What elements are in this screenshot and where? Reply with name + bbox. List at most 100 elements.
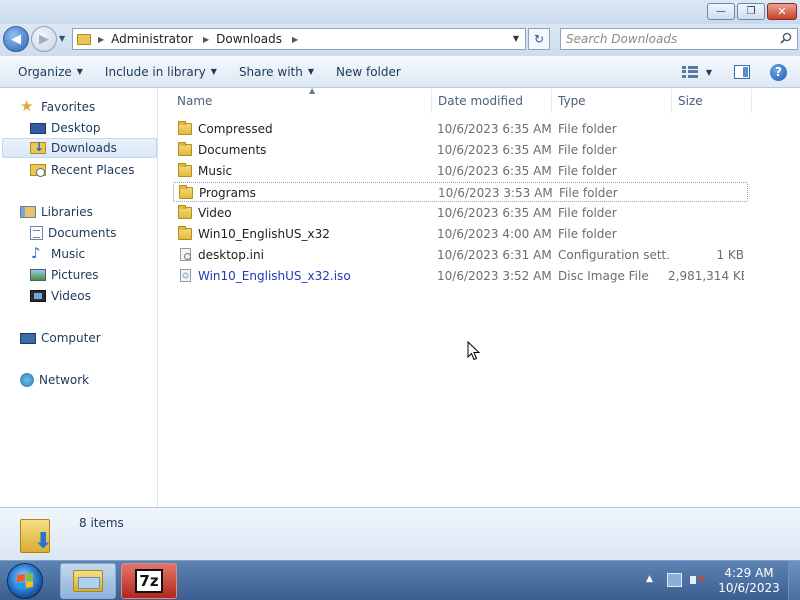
pictures-icon: [30, 269, 46, 281]
column-label: Type: [558, 94, 586, 108]
file-row[interactable]: Compressed 10/6/2023 6:35 AM File folder: [173, 119, 748, 139]
share-with-label: Share with: [238, 64, 303, 79]
search-box[interactable]: [560, 28, 798, 50]
system-clock[interactable]: 4:29 AM 10/6/2023: [716, 566, 782, 596]
file-name: desktop.ini: [198, 248, 264, 262]
include-in-library-button[interactable]: Include in library ▼: [97, 60, 225, 84]
view-options-dropdown[interactable]: ▼: [706, 68, 712, 77]
back-arrow-icon: ◀: [11, 31, 21, 47]
taskbar-explorer-button[interactable]: [60, 563, 116, 599]
file-row[interactable]: Video 10/6/2023 6:35 AM File folder: [173, 203, 748, 223]
taskbar-7zip-button[interactable]: 7z: [121, 563, 177, 599]
file-name: Compressed: [198, 122, 273, 136]
file-list[interactable]: Name ▲ Date modified Type Size Compressed…: [159, 86, 800, 507]
file-row[interactable]: Win10_EnglishUS_x32.iso 10/6/2023 3:52 A…: [173, 266, 748, 286]
network-tray-icon[interactable]: [667, 573, 682, 587]
address-bar[interactable]: ▶ Administrator ▶ Downloads ▶ ▼: [72, 28, 526, 50]
taskbar: 7z ▲ ✕ 4:29 AM 10/6/2023: [0, 560, 800, 600]
nav-pictures[interactable]: Pictures: [30, 265, 99, 285]
breadcrumb-downloads[interactable]: Downloads: [216, 32, 282, 46]
nav-label: Desktop: [51, 121, 101, 135]
column-header-type[interactable]: Type: [552, 89, 672, 113]
nav-label: Music: [51, 247, 86, 261]
file-size: 2,981,314 KB: [668, 269, 744, 283]
documents-icon: [30, 226, 43, 240]
new-folder-button[interactable]: New folder: [328, 60, 409, 84]
show-desktop-button[interactable]: [788, 561, 800, 600]
file-name: Programs: [199, 186, 256, 200]
nav-network[interactable]: Network: [20, 370, 89, 390]
nav-recent-places[interactable]: Recent Places: [30, 160, 134, 180]
column-header-date-modified[interactable]: Date modified: [432, 89, 552, 113]
file-row[interactable]: desktop.ini 10/6/2023 6:31 AM Configurat…: [173, 245, 748, 265]
recent-pages-dropdown[interactable]: ▼: [59, 34, 65, 43]
breadcrumb-separator-icon[interactable]: ▶: [203, 35, 209, 44]
navigation-pane: Favorites Desktop Downloads Recent Place…: [0, 89, 158, 507]
new-folder-label: New folder: [336, 64, 401, 79]
ini-file-icon: [180, 248, 191, 261]
nav-label: Videos: [51, 289, 91, 303]
preview-pane-icon[interactable]: [734, 65, 750, 79]
minimize-button[interactable]: —: [707, 3, 735, 20]
file-type: File folder: [558, 206, 617, 220]
nav-favorites[interactable]: Favorites: [20, 97, 95, 117]
nav-videos[interactable]: Videos: [30, 286, 91, 306]
column-header-name[interactable]: Name ▲: [171, 86, 432, 113]
refresh-button[interactable]: ↻: [528, 28, 550, 50]
breadcrumb-separator-icon[interactable]: ▶: [292, 35, 298, 44]
clock-date: 10/6/2023: [718, 581, 780, 595]
file-date: 10/6/2023 6:35 AM: [437, 122, 552, 136]
clock-time: 4:29 AM: [724, 566, 774, 580]
column-header-size[interactable]: Size: [672, 89, 752, 113]
file-date: 10/6/2023 6:35 AM: [437, 206, 552, 220]
share-with-button[interactable]: Share with ▼: [231, 60, 322, 84]
breadcrumb-separator-icon[interactable]: ▶: [98, 35, 104, 44]
nav-libraries[interactable]: Libraries: [20, 202, 93, 222]
breadcrumb-administrator[interactable]: Administrator: [111, 32, 193, 46]
nav-documents[interactable]: Documents: [30, 223, 116, 243]
search-input[interactable]: [566, 32, 766, 46]
search-icon[interactable]: [780, 32, 792, 44]
title-bar: — ❐ ✕: [0, 0, 800, 24]
organize-button[interactable]: Organize ▼: [10, 60, 91, 84]
music-icon: [30, 244, 46, 262]
close-button[interactable]: ✕: [767, 3, 797, 20]
libraries-icon: [20, 206, 36, 218]
nav-label: Network: [39, 373, 90, 387]
view-controls: ▼ ?: [681, 56, 800, 88]
file-date: 10/6/2023 3:52 AM: [437, 269, 552, 283]
file-type: File folder: [559, 186, 618, 200]
volume-muted-icon[interactable]: ✕: [690, 572, 707, 588]
start-button[interactable]: [7, 563, 43, 599]
recent-places-icon: [30, 164, 46, 177]
file-row[interactable]: Documents 10/6/2023 6:35 AM File folder: [173, 140, 748, 160]
address-row: ◀ ▶ ▼ ▶ Administrator ▶ Downloads ▶ ▼ ↻: [0, 24, 800, 56]
folder-icon: [178, 142, 192, 156]
nav-downloads[interactable]: Downloads: [2, 138, 157, 158]
videos-icon: [30, 290, 46, 302]
help-icon[interactable]: ?: [770, 63, 787, 81]
address-history-dropdown[interactable]: ▼: [513, 34, 519, 43]
disc-image-icon: [180, 269, 191, 282]
nav-music[interactable]: Music: [30, 244, 85, 264]
change-view-icon[interactable]: [681, 66, 698, 78]
forward-button[interactable]: ▶: [31, 26, 57, 52]
sort-ascending-icon: ▲: [309, 86, 316, 95]
back-button[interactable]: ◀: [3, 26, 29, 52]
file-row[interactable]: Win10_EnglishUS_x32 10/6/2023 4:00 AM Fi…: [173, 224, 748, 244]
file-row[interactable]: Music 10/6/2023 6:35 AM File folder: [173, 161, 748, 181]
file-row[interactable]: Programs 10/6/2023 3:53 AM File folder: [173, 182, 748, 202]
nav-desktop[interactable]: Desktop: [30, 118, 101, 138]
file-type: File folder: [558, 227, 617, 241]
nav-label: Downloads: [51, 141, 117, 155]
file-type: Disc Image File: [558, 269, 649, 283]
show-hidden-icons-button[interactable]: ▲: [646, 574, 653, 584]
nav-label: Libraries: [41, 205, 93, 219]
folder-icon: [178, 121, 192, 135]
nav-computer[interactable]: Computer: [20, 328, 101, 348]
nav-label: Pictures: [51, 268, 99, 282]
file-date: 10/6/2023 4:00 AM: [437, 227, 552, 241]
maximize-button[interactable]: ❐: [737, 3, 765, 20]
download-arrow-icon: ⬇: [34, 529, 53, 554]
file-type: File folder: [558, 143, 617, 157]
